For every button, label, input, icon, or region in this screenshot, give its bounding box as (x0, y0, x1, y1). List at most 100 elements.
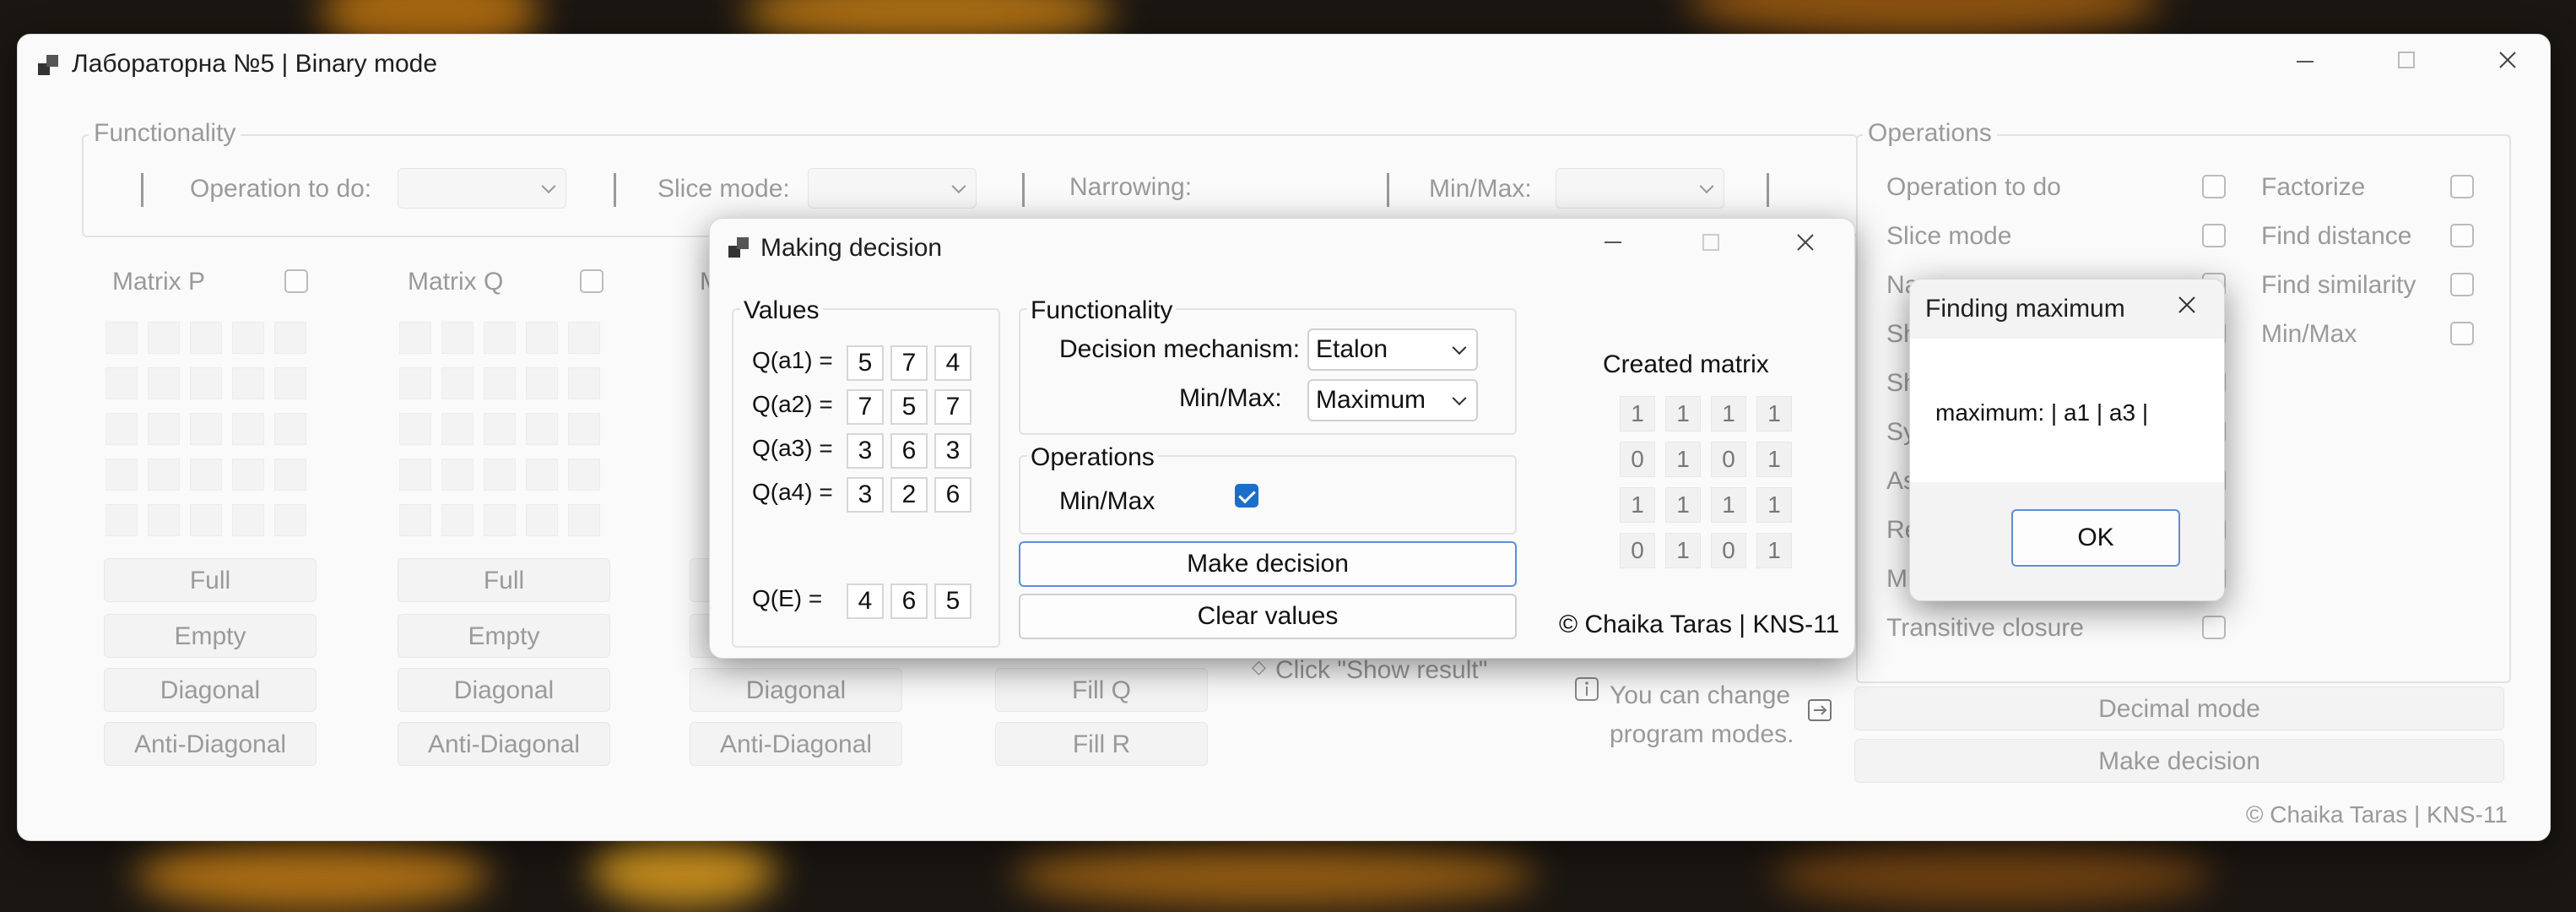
matrix-cell[interactable] (232, 413, 264, 445)
operation-item-checkbox[interactable] (2202, 616, 2226, 639)
value-input[interactable]: 7 (890, 345, 928, 381)
matrix-cell[interactable] (399, 322, 431, 354)
matrix-cell[interactable] (274, 459, 306, 491)
matrix-cell[interactable] (568, 504, 600, 536)
matrix-cell[interactable] (148, 413, 180, 445)
matrix-cell[interactable] (399, 459, 431, 491)
clear-values-button[interactable]: Clear values (1019, 594, 1517, 639)
matrix-q-full-button[interactable]: Full (398, 558, 610, 602)
matrix-p-anti-diagonal-button[interactable]: Anti-Diagonal (104, 722, 317, 766)
operation-item-checkbox[interactable] (2450, 322, 2474, 345)
matrix-cell[interactable] (568, 459, 600, 491)
value-input[interactable]: 5 (847, 345, 884, 381)
matrix-cell[interactable] (274, 322, 306, 354)
decision-make-decision-button[interactable]: Make decision (1019, 541, 1517, 587)
operation-to-do-select[interactable] (398, 168, 566, 209)
matrix-cell[interactable] (399, 504, 431, 536)
matrix-cell[interactable] (274, 504, 306, 536)
decimal-mode-button[interactable]: Decimal mode (1854, 687, 2504, 730)
matrix-cell[interactable] (484, 413, 516, 445)
operation-item-checkbox[interactable] (2450, 224, 2474, 247)
maximize-button[interactable] (2389, 50, 2423, 74)
operation-item-checkbox[interactable] (2202, 175, 2226, 198)
matrix-cell[interactable] (526, 413, 558, 445)
decision-maximize-button[interactable] (1694, 232, 1728, 257)
matrix-p-empty-button[interactable]: Empty (104, 614, 317, 658)
matrix-cell[interactable] (190, 413, 222, 445)
operation-item-checkbox[interactable] (2450, 175, 2474, 198)
matrix-cell[interactable] (190, 504, 222, 536)
matrix-cell[interactable] (399, 413, 431, 445)
matrix-cell[interactable] (484, 322, 516, 354)
matrix-cell[interactable] (274, 413, 306, 445)
value-input[interactable]: 7 (934, 389, 971, 425)
matrix-cell[interactable] (148, 367, 180, 399)
matrix-r-diagonal-button[interactable]: Diagonal (690, 668, 902, 712)
matrix-cell[interactable] (526, 367, 558, 399)
matrix-cell[interactable] (441, 459, 474, 491)
decision-minmax-checkbox[interactable] (1235, 484, 1258, 508)
matrix-cell[interactable] (568, 322, 600, 354)
matrix-cell[interactable] (274, 367, 306, 399)
main-make-decision-button[interactable]: Make decision (1854, 739, 2504, 783)
matrix-cell[interactable] (106, 322, 138, 354)
matrix-cell[interactable] (526, 459, 558, 491)
matrix-cell[interactable] (526, 322, 558, 354)
value-input[interactable]: 4 (934, 345, 971, 381)
matrix-cell[interactable] (526, 504, 558, 536)
matrix-cell[interactable] (484, 459, 516, 491)
minmax-select[interactable] (1556, 168, 1724, 209)
matrix-q-checkbox[interactable] (580, 269, 603, 293)
matrix-cell[interactable] (190, 322, 222, 354)
value-input[interactable]: 3 (934, 433, 971, 469)
operation-item-checkbox[interactable] (2202, 224, 2226, 247)
slice-mode-select[interactable] (808, 168, 977, 209)
finding-maximum-close-button[interactable] (2170, 295, 2204, 319)
value-input[interactable]: 6 (890, 584, 928, 619)
fill-r-button[interactable]: Fill R (995, 722, 1208, 766)
value-input[interactable]: 6 (890, 433, 928, 469)
matrix-cell[interactable] (190, 367, 222, 399)
value-input[interactable]: 3 (847, 433, 884, 469)
fill-q-button[interactable]: Fill Q (995, 668, 1208, 712)
operation-item-checkbox[interactable] (2450, 273, 2474, 296)
matrix-cell[interactable] (106, 367, 138, 399)
matrix-cell[interactable] (232, 504, 264, 536)
matrix-cell[interactable] (441, 413, 474, 445)
decision-minimize-button[interactable] (1596, 232, 1630, 257)
matrix-cell[interactable] (441, 322, 474, 354)
value-input[interactable]: 3 (847, 477, 884, 513)
decision-close-button[interactable] (1789, 232, 1822, 257)
matrix-cell[interactable] (232, 322, 264, 354)
matrix-q-anti-diagonal-button[interactable]: Anti-Diagonal (398, 722, 610, 766)
matrix-cell[interactable] (484, 504, 516, 536)
matrix-cell[interactable] (232, 367, 264, 399)
minimize-button[interactable] (2288, 50, 2322, 79)
value-input[interactable]: 5 (890, 389, 928, 425)
matrix-p-diagonal-button[interactable]: Diagonal (104, 668, 317, 712)
matrix-q-diagonal-button[interactable]: Diagonal (398, 668, 610, 712)
value-input[interactable]: 2 (890, 477, 928, 513)
matrix-p-checkbox[interactable] (284, 269, 308, 293)
matrix-r-anti-diagonal-button[interactable]: Anti-Diagonal (690, 722, 902, 766)
matrix-cell[interactable] (441, 504, 474, 536)
value-input[interactable]: 7 (847, 389, 884, 425)
matrix-cell[interactable] (148, 459, 180, 491)
matrix-cell[interactable] (441, 367, 474, 399)
matrix-q-empty-button[interactable]: Empty (398, 614, 610, 658)
arrow-right-icon[interactable] (1807, 697, 1834, 724)
decision-minmax-select[interactable]: Maximum (1307, 379, 1478, 421)
matrix-cell[interactable] (106, 504, 138, 536)
decision-mechanism-select[interactable]: Etalon (1307, 328, 1478, 371)
matrix-cell[interactable] (106, 459, 138, 491)
ok-button[interactable]: OK (2011, 509, 2180, 567)
value-input[interactable]: 6 (934, 477, 971, 513)
matrix-cell[interactable] (148, 322, 180, 354)
matrix-cell[interactable] (399, 367, 431, 399)
matrix-p-full-button[interactable]: Full (104, 558, 317, 602)
value-input[interactable]: 5 (934, 584, 971, 619)
matrix-cell[interactable] (568, 367, 600, 399)
matrix-cell[interactable] (484, 367, 516, 399)
matrix-cell[interactable] (190, 459, 222, 491)
close-button[interactable] (2491, 50, 2525, 74)
